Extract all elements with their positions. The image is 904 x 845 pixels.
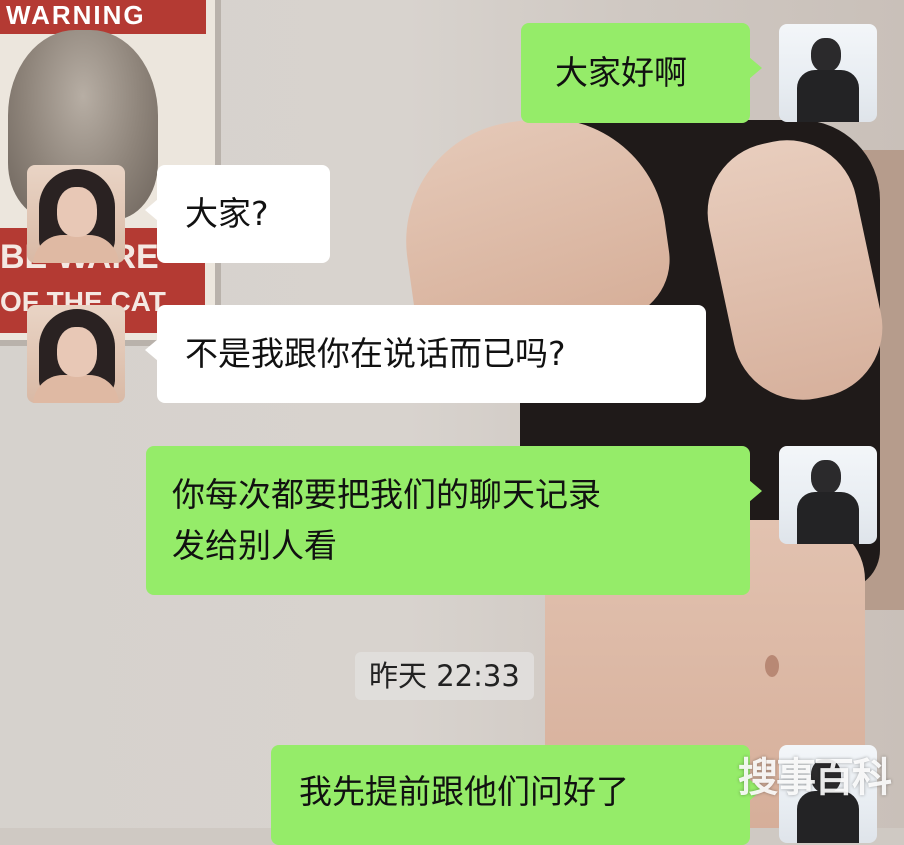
message-text: 我先提前跟他们问好了 [299,772,629,811]
message-bubble-sent[interactable]: 我先提前跟他们问好了 [271,745,762,845]
my-avatar-icon[interactable] [779,24,877,122]
message-timestamp: 昨天 22:33 [355,652,534,700]
background-photo: WARNING BE WARE OF THE CAT [0,0,904,828]
message-text: 大家? [185,194,269,233]
contact-avatar-icon[interactable] [27,165,125,263]
message-text-line: 你每次都要把我们的聊天记录 [172,475,601,514]
message-text: 大家好啊 [555,53,687,92]
message-text-line: 发给别人看 [172,526,337,565]
my-avatar-icon[interactable] [779,446,877,544]
watermark-logo: 搜事百科 [738,755,892,801]
message-bubble-received[interactable]: 不是我跟你在说话而已吗? [145,305,706,403]
bg-navel [765,655,779,677]
message-text: 不是我跟你在说话而已吗? [185,334,566,373]
message-bubble-sent[interactable]: 你每次都要把我们的聊天记录 发给别人看 [146,446,762,595]
message-bubble-received[interactable]: 大家? [145,165,330,263]
poster-warning-text: WARNING [0,0,206,34]
contact-avatar-icon[interactable] [27,305,125,403]
message-bubble-sent[interactable]: 大家好啊 [521,23,762,123]
